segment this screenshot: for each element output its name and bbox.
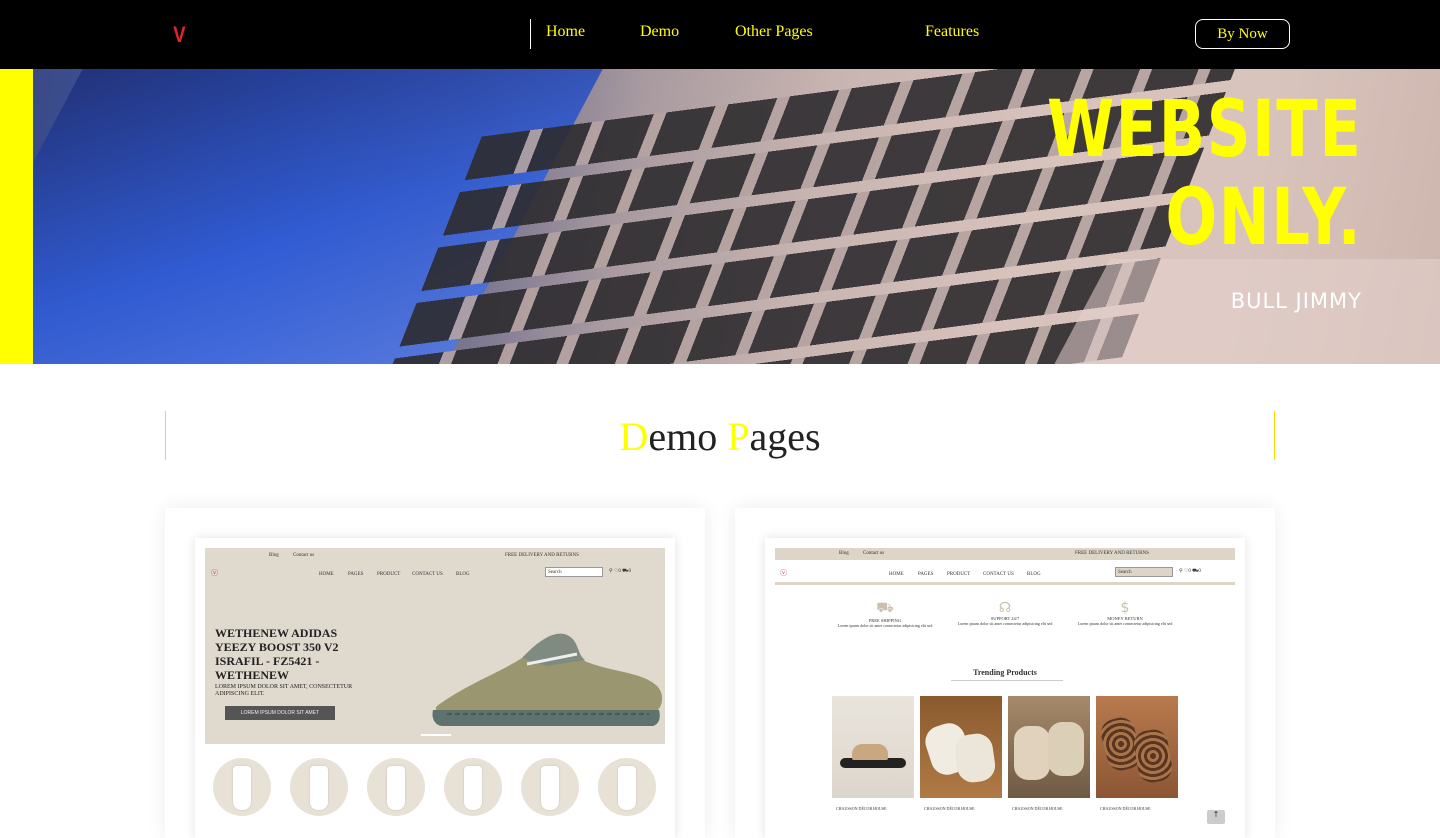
nav-home[interactable]: Home — [546, 23, 585, 41]
hero-author: BULL JIMMY — [1230, 289, 1362, 313]
preview2-link-contact: Contact us — [863, 551, 885, 556]
preview2-search: Search — [1115, 567, 1173, 577]
hero-decor-marks — [1040, 69, 1260, 71]
product-slipper-leopard — [1096, 696, 1178, 798]
preview2-menu-product: PRODUCT — [947, 572, 971, 577]
preview2-icons: ⚲ ♡0 ⛟0 — [1179, 569, 1201, 574]
top-navbar: V Home Demo Other Pages Features By Now — [0, 0, 1440, 69]
section-title: Demo Pages — [166, 413, 1274, 460]
nav-other-pages[interactable]: Other Pages — [735, 23, 813, 41]
preview1-hero: Blog Contact us FREE DELIVERY AND RETURN… — [205, 548, 665, 744]
trending-underline — [951, 680, 1063, 681]
title-initial-d: D — [619, 414, 649, 459]
preview1-menu-home: HOME — [319, 572, 334, 577]
title-initial-p: P — [727, 414, 750, 459]
product-slipper-black — [832, 696, 914, 798]
preview1-menu-blog: BLOG — [456, 572, 470, 577]
product-caption: CHAUSSON DÉCOR HOUSE — [836, 806, 887, 811]
dollar-icon: $ — [1120, 600, 1130, 616]
preview1-icons: ⚲ ♡0 ⛟0 — [609, 569, 631, 574]
preview1-product-desc: LOREM IPSUM DOLOR SIT AMET, CONSECTETUR … — [215, 684, 353, 697]
demo-card-1[interactable]: Blog Contact us FREE DELIVERY AND RETURN… — [165, 508, 705, 838]
demo-preview-2[interactable]: Blog Contact us FREE DELIVERY AND RETURN… — [765, 538, 1245, 838]
product-slipper-white — [920, 696, 1002, 798]
preview1-slider-dots — [421, 734, 451, 736]
product-caption: CHAUSSON DÉCOR HOUSE — [924, 806, 975, 811]
preview1-menu-product: PRODUCT — [377, 572, 401, 577]
preview2-divider — [775, 582, 1235, 585]
section-header: Demo Pages — [165, 411, 1275, 460]
feature-desc: Lorem ipsum dolor sit amet consectetur a… — [837, 623, 933, 628]
preview1-cta: LOREM IPSUM DOLOR SIT AMET — [225, 706, 335, 720]
preview1-menu-contact: CONTACT US — [412, 572, 443, 577]
truck-icon: ⛟ — [876, 600, 894, 616]
preview2-logo: ⓥ — [780, 569, 787, 577]
nav-divider — [530, 19, 531, 49]
sneaker-image — [432, 633, 663, 726]
preview2-menu-pages: PAGES — [918, 572, 934, 577]
preview1-logo: ⓥ — [211, 569, 218, 577]
hero-accent-bar — [0, 69, 33, 364]
preview2-menu-blog: BLOG — [1027, 572, 1041, 577]
preview2-menu-contact: CONTACT US — [983, 572, 1014, 577]
preview1-search: Search — [545, 567, 603, 577]
preview2-link-blog: Blog — [839, 551, 849, 556]
preview2-feature-money: $ MONEY RETURN Lorem ipsum dolor sit ame… — [1065, 600, 1185, 627]
hero-banner: WEBSITE ONLY. BULL JIMMY — [0, 69, 1440, 364]
demo-card-2[interactable]: Blog Contact us FREE DELIVERY AND RETURN… — [735, 508, 1275, 838]
preview2-feature-shipping: ⛟ FREE SHIPPING Lorem ipsum dolor sit am… — [825, 600, 945, 629]
preview1-promo: FREE DELIVERY AND RETURNS — [505, 553, 579, 558]
preview1-product-title: WETHENEW ADIDAS YEEZY BOOST 350 V2 ISRAF… — [215, 626, 339, 682]
title-word-demo: emo — [648, 414, 718, 459]
preview2-trending-title: Trending Products — [973, 668, 1037, 677]
buy-now-button[interactable]: By Now — [1195, 19, 1290, 49]
nav-features[interactable]: Features — [925, 23, 979, 41]
preview2-menu-home: HOME — [889, 572, 904, 577]
preview1-menu-pages: PAGES — [348, 572, 364, 577]
preview1-category-circles — [213, 758, 663, 818]
demo-preview-1[interactable]: Blog Contact us FREE DELIVERY AND RETURN… — [195, 538, 675, 838]
site-logo[interactable]: V — [173, 22, 185, 48]
scroll-to-top-icon: ↑ — [1207, 810, 1225, 824]
headset-icon: ☊ — [998, 600, 1012, 616]
product-caption: CHAUSSON DÉCOR HOUSE — [1100, 806, 1151, 811]
feature-desc: Lorem ipsum dolor sit amet consectetur a… — [957, 621, 1053, 626]
preview2-feature-support: ☊ SUPPORT 24/7 Lorem ipsum dolor sit ame… — [945, 600, 1065, 627]
product-clog-cream — [1008, 696, 1090, 798]
hero-headline-line1: WEBSITE — [1046, 85, 1362, 175]
preview2-promo: FREE DELIVERY AND RETURNS — [1075, 551, 1149, 556]
hero-headline-line2: ONLY. — [1165, 173, 1362, 263]
preview1-link-blog: Blog — [269, 553, 279, 558]
feature-desc: Lorem ipsum dolor sit amet consectetur a… — [1077, 621, 1173, 626]
nav-demo[interactable]: Demo — [640, 23, 679, 41]
preview2-topbar: Blog Contact us FREE DELIVERY AND RETURN… — [775, 548, 1235, 560]
preview1-link-contact: Contact us — [293, 553, 315, 558]
title-word-pages: ages — [749, 414, 821, 459]
product-caption: CHAUSSON DÉCOR HOUSE — [1012, 806, 1063, 811]
